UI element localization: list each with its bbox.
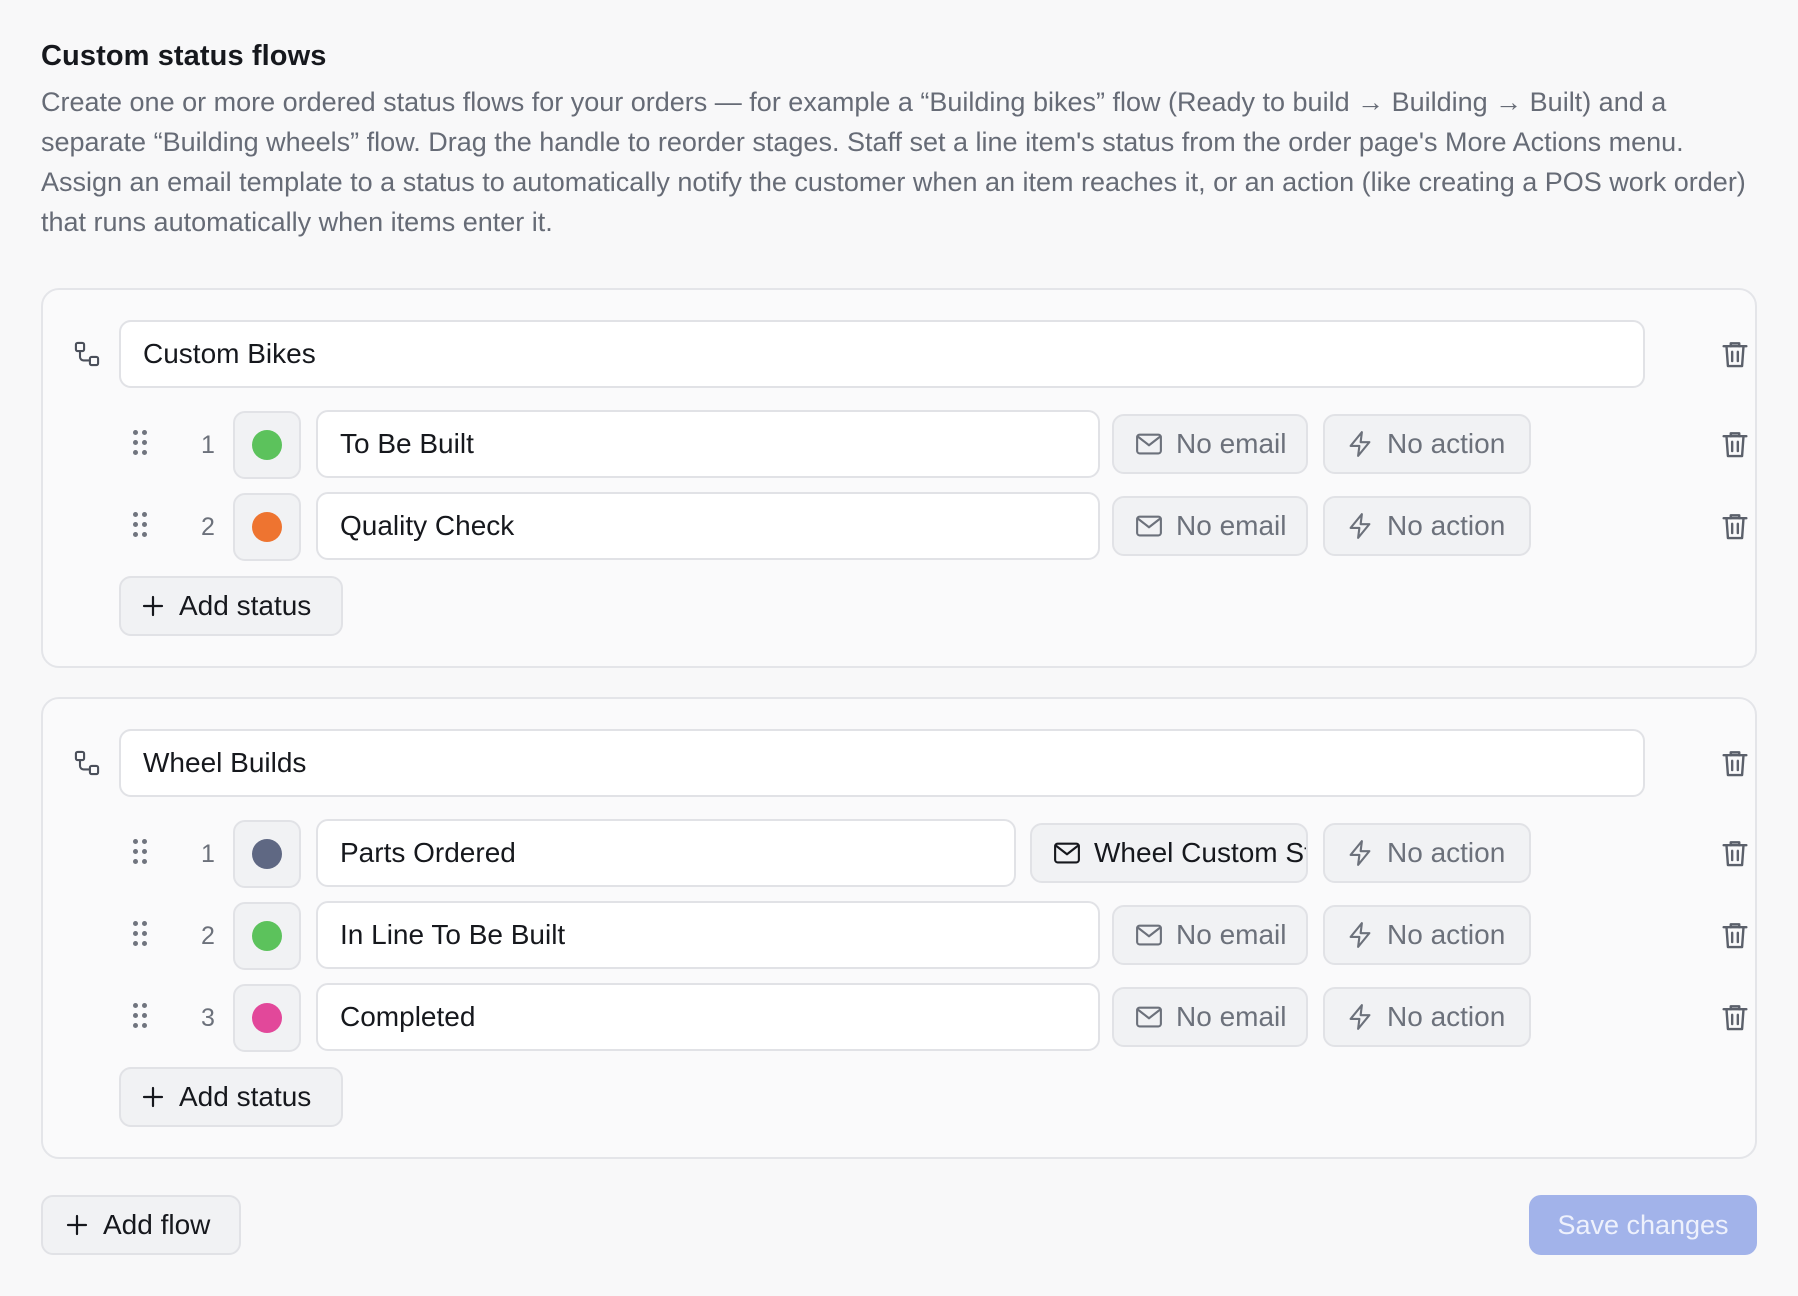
add-status-button[interactable]: Add status [119,576,343,636]
add-status-label: Add status [179,1081,312,1112]
status-color-picker[interactable] [233,411,301,479]
flow-header [43,290,1755,410]
status-color-dot [252,839,282,869]
action-button[interactable]: No action [1323,905,1531,965]
flow-card-custom-bikes: 1 No email No action 2 No email [41,288,1757,668]
status-color-picker[interactable] [233,493,301,561]
plus-icon [142,595,164,617]
action-label: No action [1387,919,1506,950]
flow-name-input[interactable] [119,320,1645,388]
action-label: No action [1387,428,1506,459]
save-changes-button[interactable]: Save changes [1529,1195,1757,1255]
email-template-label: Wheel Custom Stat... [1094,837,1306,868]
status-color-dot [252,921,282,951]
flow-header [43,699,1755,819]
status-color-picker[interactable] [233,984,301,1052]
email-template-button[interactable]: No email [1112,987,1308,1047]
status-color-dot [252,1003,282,1033]
status-color-picker[interactable] [233,820,301,888]
lightning-icon [1349,1004,1371,1030]
email-template-button[interactable]: No email [1112,496,1308,556]
status-color-dot [252,512,282,542]
page-title: Custom status flows [41,40,327,72]
email-template-label: No email [1176,919,1287,950]
status-name-input[interactable] [316,819,1016,887]
envelope-icon [1054,842,1080,864]
add-status-label: Add status [179,590,312,621]
status-row: 2 No email No action [43,492,1755,562]
status-row: 2 No email No action [43,901,1755,971]
plus-icon [66,1214,88,1236]
action-label: No action [1387,837,1506,868]
envelope-icon [1136,924,1162,946]
action-button[interactable]: No action [1323,987,1531,1047]
action-label: No action [1387,510,1506,541]
plus-icon [142,1086,164,1108]
action-button[interactable]: No action [1323,823,1531,883]
lightning-icon [1349,840,1371,866]
flow-card-wheel-builds: 1 Wheel Custom Stat... No action 2 No em… [41,697,1757,1159]
drag-handle-icon[interactable] [133,1003,147,1031]
status-name-input[interactable] [316,983,1100,1051]
status-number: 1 [201,431,215,459]
status-color-picker[interactable] [233,902,301,970]
status-number: 2 [201,922,215,950]
status-row: 1 No email No action [43,410,1755,480]
email-template-label: No email [1176,1001,1287,1032]
flow-icon [74,750,100,776]
add-flow-button[interactable]: Add flow [41,1195,241,1255]
status-row: 1 Wheel Custom Stat... No action [43,819,1755,889]
delete-status-trash-icon[interactable] [1718,918,1752,952]
status-number: 3 [201,1004,215,1032]
email-template-button[interactable]: Wheel Custom Stat... [1030,823,1308,883]
email-template-label: No email [1176,510,1287,541]
status-number: 1 [201,840,215,868]
delete-flow-trash-icon[interactable] [1718,746,1752,780]
delete-status-trash-icon[interactable] [1718,427,1752,461]
envelope-icon [1136,433,1162,455]
lightning-icon [1349,922,1371,948]
status-color-dot [252,430,282,460]
envelope-icon [1136,1006,1162,1028]
delete-status-trash-icon[interactable] [1718,509,1752,543]
drag-handle-icon[interactable] [133,430,147,458]
email-template-button[interactable]: No email [1112,905,1308,965]
status-row: 3 No email No action [43,983,1755,1053]
page-description: Create one or more ordered status flows … [41,87,1746,237]
flow-name-input[interactable] [119,729,1645,797]
envelope-icon [1136,515,1162,537]
status-name-input[interactable] [316,901,1100,969]
lightning-icon [1349,431,1371,457]
custom-status-flows-page: Custom status flows Create one or more o… [0,0,1798,1296]
add-status-button[interactable]: Add status [119,1067,343,1127]
status-name-input[interactable] [316,492,1100,560]
status-number: 2 [201,513,215,541]
drag-handle-icon[interactable] [133,512,147,540]
status-name-input[interactable] [316,410,1100,478]
action-button[interactable]: No action [1323,496,1531,556]
drag-handle-icon[interactable] [133,921,147,949]
action-button[interactable]: No action [1323,414,1531,474]
add-flow-label: Add flow [103,1209,211,1240]
delete-flow-trash-icon[interactable] [1718,337,1752,371]
drag-handle-icon[interactable] [133,839,147,867]
email-template-label: No email [1176,428,1287,459]
email-template-button[interactable]: No email [1112,414,1308,474]
delete-status-trash-icon[interactable] [1718,836,1752,870]
action-label: No action [1387,1001,1506,1032]
delete-status-trash-icon[interactable] [1718,1000,1752,1034]
lightning-icon [1349,513,1371,539]
flow-icon [74,341,100,367]
